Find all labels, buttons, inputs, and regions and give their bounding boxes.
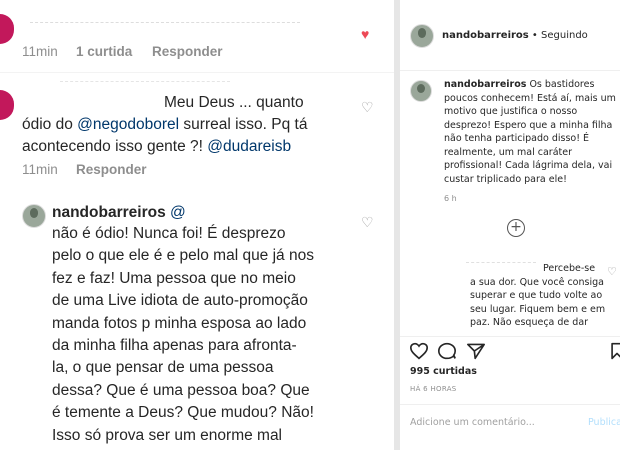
heart-icon[interactable]: ♡ [361,214,374,231]
add-comments-icon[interactable]: + [507,219,525,237]
comment-time: 11min [22,162,58,177]
obscured-text [466,252,536,263]
avatar[interactable] [410,24,434,48]
comment-text-line: fez e faz! Uma pessoa que no meio [52,269,296,287]
comment-text-line: pelo o que ele é e pelo mal que já nos [52,247,314,265]
heart-icon[interactable]: ♥ [361,26,369,42]
heart-icon[interactable]: ♡ [361,99,374,116]
avatar[interactable] [410,80,432,102]
comment-text: acontecendo isso gente ?! [22,138,208,155]
header-username[interactable]: nandobarreiros [442,30,529,41]
comment-text-line: ódio do @negodoborel surreal isso. Pq tá [22,114,307,136]
separator [0,72,394,73]
comment-icon[interactable] [437,342,457,360]
heart-icon[interactable]: ♡ [607,265,617,278]
caption-line: poucos conhecem! Está aí, mais um [444,92,616,104]
comment-text-line: Isso só prova ser um enorme mal [52,426,283,444]
comment-text-line: manda fotos p minha esposa ao lado [52,314,307,332]
comment-text: ódio do [22,116,78,133]
post-header: nandobarreiros • Seguindo [400,0,620,71]
comment-text-line: de uma Live idiota de auto-promoção [52,292,308,310]
caption-line: motivo que justifica o nosso [444,106,578,117]
comment-text-line: da minha filha apenas para afronta- [52,337,297,354]
mention-link[interactable]: @dudareisb [207,138,291,155]
obscured-text [30,14,300,23]
caption-line: nandobarreiros Os bastidores [444,78,594,92]
caption-username[interactable]: nandobarreiros [444,79,526,90]
caption-line: realmente, um mal caráter [444,146,573,158]
comment-text-line: é temente a Deus? Que mudou? Não! [52,404,314,422]
comment-text-line: la, o que pensar de uma pessoa [52,359,274,377]
caption-line: desprezo! Espero que a minha filha [444,119,613,131]
comment-likes[interactable]: 1 curtida [76,44,132,59]
follow-status[interactable]: Seguindo [541,30,588,41]
comment-input[interactable]: Adicione um comentário... [410,417,535,428]
reply-line: paz. Não esqueça de dar [470,317,589,328]
caption-time: 6 h [444,194,457,203]
comment-header: nandobarreiros @ [52,202,186,224]
comments-panel: ♥ 11min 1 curtida Responder ♡ Meu Deus .… [0,0,394,450]
separator [400,336,620,337]
comment-text-line: não é ódio! Nunca foi! É desprezo [52,225,286,242]
header-separator: • [528,30,542,41]
caption-line: não tenha participado disso! É [444,133,590,144]
reply-button[interactable]: Responder [152,44,223,59]
reply-button[interactable]: Responder [76,162,147,177]
reply-line: seu lugar. Fiquem bem e em [470,303,606,315]
comment-username[interactable]: nandobarreiros [52,204,166,221]
reply-line: Percebe-se [543,263,596,274]
heart-icon[interactable] [408,342,430,360]
avatar[interactable] [22,204,46,228]
obscured-text [60,80,230,82]
avatar[interactable] [0,14,14,44]
post-header-text: nandobarreiros • Seguindo [442,30,588,41]
publish-button[interactable]: Publicar [588,417,620,428]
post-time: HÁ 6 HORAS [410,385,457,393]
mention-link[interactable]: @negodoborel [77,116,179,133]
bookmark-icon[interactable] [610,342,620,360]
reply-line: a sua dor. Que você consiga [470,276,604,288]
comment-time: 11min [22,44,58,59]
separator [400,404,620,405]
comment-text: surreal isso. Pq tá [179,116,308,133]
caption-text: Os bastidores [529,79,595,90]
share-icon[interactable] [466,342,486,360]
comment-text-line: dessa? Que é uma pessoa boa? Que [52,381,310,399]
likes-count[interactable]: 995 curtidas [410,366,477,377]
reply-line: superar e que tudo volte ao [470,290,603,301]
caption-line: custar triplicado para ele! [444,173,567,185]
post-panel: nandobarreiros • Seguindo nandobarreiros… [400,0,620,450]
comment-text-line: acontecendo isso gente ?! @dudareisb [22,136,291,158]
comment-text-line: Meu Deus ... quanto [164,94,304,111]
avatar[interactable] [0,90,14,120]
caption-line: profissional! Cada lágrima dela, vai [444,160,613,171]
mention-link[interactable]: @ [170,204,186,221]
